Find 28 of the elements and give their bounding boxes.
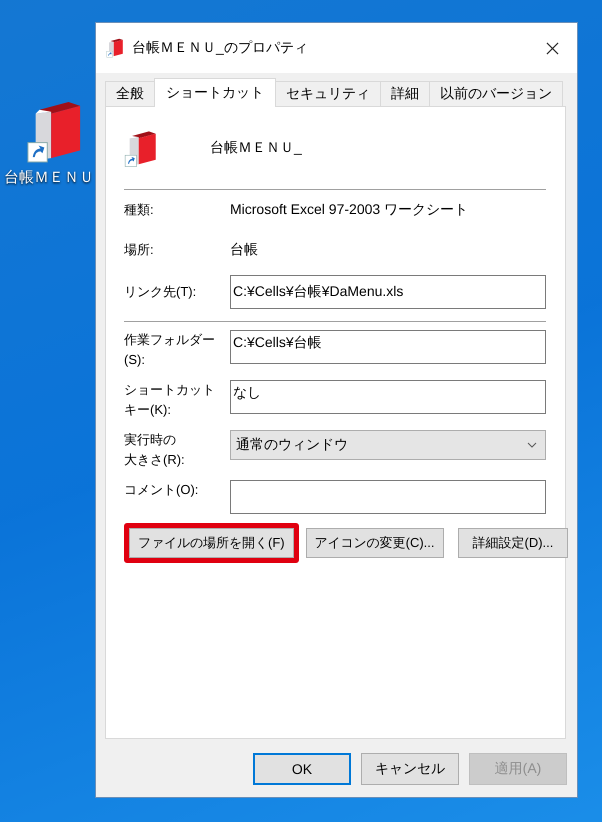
tab[interactable]: 全般 (105, 81, 155, 106)
shortcut-book-icon (106, 38, 124, 58)
shortcut-name: 台帳ＭＥＮＵ_ (210, 139, 302, 157)
field-label: 場所: (124, 241, 155, 259)
shortcut-book-icon (124, 129, 158, 169)
tab[interactable]: 以前のバージョン (429, 81, 563, 106)
window-title: 台帳ＭＥＮＵ_のプロパティ (132, 39, 309, 57)
input-field[interactable]: C:¥Cells¥台帳 (230, 330, 546, 364)
target-field[interactable]: C:¥Cells¥台帳¥DaMenu.xls (230, 275, 546, 309)
field-label: 作業フォルダー (S): (124, 331, 216, 369)
input-field[interactable] (230, 480, 546, 514)
dropdown[interactable]: 通常のウィンドウ (230, 430, 546, 460)
field-value: 台帳 (230, 241, 258, 259)
close-icon[interactable] (546, 42, 559, 54)
action-button[interactable]: ファイルの場所を開く(F) (129, 528, 294, 558)
field-label: 種類: (124, 201, 155, 219)
field-label: リンク先(T): (124, 283, 198, 301)
dialog-button[interactable]: OK (253, 753, 351, 785)
field-label: 実行時の 大きさ(R): (124, 431, 186, 469)
dialog-button[interactable]: キャンセル (361, 753, 459, 785)
field-value: Microsoft Excel 97-2003 ワークシート (230, 201, 468, 219)
tab[interactable]: ショートカット (154, 78, 276, 107)
action-button[interactable]: アイコンの変更(C)... (306, 528, 444, 558)
chevron-down-icon (527, 442, 537, 448)
action-button[interactable]: 詳細設定(D)... (458, 528, 568, 558)
input-field[interactable]: なし (230, 380, 546, 414)
field-label: ショートカット キー(K): (124, 381, 216, 419)
field-label: コメント(O): (124, 481, 200, 499)
